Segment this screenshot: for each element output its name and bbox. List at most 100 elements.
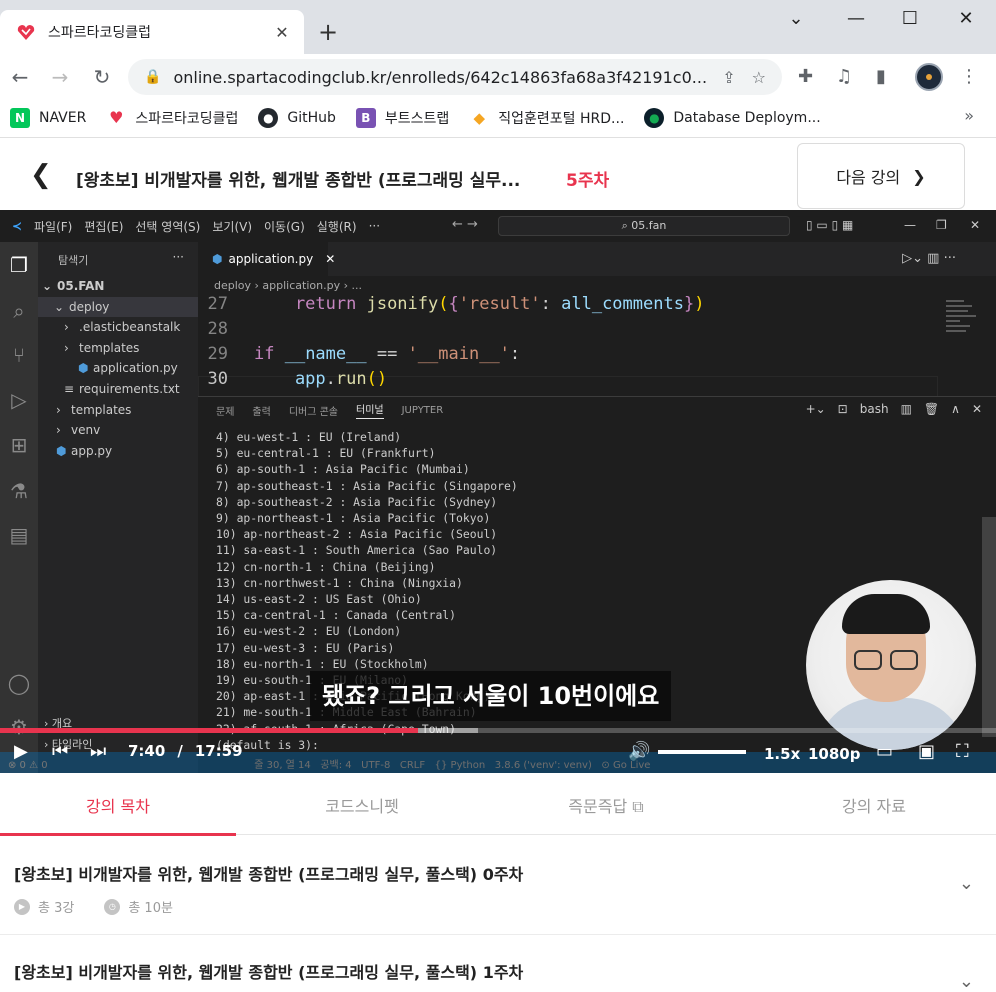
skip-back-icon[interactable]: ⏮ (52, 741, 68, 763)
playback-speed[interactable]: 1.5x (764, 745, 800, 763)
course-week-item[interactable]: [왕초보] 비개발자를 위한, 웹개발 종합반 (프로그래밍 실무, 풀스택) … (14, 861, 984, 916)
extensions-icon[interactable]: ✚ (798, 66, 813, 87)
file-tree-item: ⌄ 05.FAN (38, 276, 198, 297)
terminal-line: 8) ap-southeast-2 : Asia Pacific (Sydney… (216, 494, 498, 509)
back-chevron-icon[interactable]: ❮ (30, 162, 52, 188)
tab-curriculum[interactable]: 강의 목차 (0, 793, 236, 817)
mongodb-leaf-icon: ● (644, 107, 665, 128)
side-panel-icon[interactable]: ▮ (876, 66, 886, 87)
tree-chevron-icon: › (64, 340, 69, 355)
file-tree-item: › templates (38, 338, 198, 359)
source-control-icon: ⑂ (13, 343, 25, 367)
terminal-line: 4) eu-west-1 : EU (Ireland) (216, 430, 402, 444)
bookmark-bootstrap[interactable]: B 부트스트랩 (355, 107, 449, 128)
menu-selection: 선택 영역(S) (135, 219, 201, 234)
reload-icon[interactable]: ↻ (82, 65, 122, 89)
notebook-icon: ▤ (9, 523, 29, 547)
panel-tab-debug: 디버그 콘솔 (288, 406, 338, 418)
vscode-menubar: ≺ 파일(F) 편집(E) 선택 영역(S) 보기(V) 이동(G) 실행(R)… (0, 210, 996, 242)
video-progress-bar[interactable] (0, 728, 996, 733)
tree-chevron-icon: ⌄ (54, 299, 65, 314)
terminal-line: 15) ca-central-1 : Canada (Central) (216, 608, 457, 623)
menu-dots-icon[interactable]: ⋮ (960, 66, 978, 87)
bookmark-naver[interactable]: N NAVER (10, 107, 86, 128)
url-text[interactable]: online.spartacodingclub.kr/enrolleds/642… (173, 68, 706, 87)
chevron-down-icon[interactable]: ⌄ (959, 971, 974, 992)
run-debug-icon: ▷ (11, 388, 27, 412)
bookmark-mongodb[interactable]: ● Database Deploym... (644, 107, 821, 128)
maximize-icon[interactable]: ☐ (890, 8, 930, 29)
editor-tabs: ⬢ application.py ✕ ▷⌄ ▥ ··· (198, 242, 996, 276)
terminal-line: 7) ap-southeast-1 : Asia Pacific (Singap… (216, 478, 518, 493)
maximize-panel-icon: ∧ (951, 402, 960, 416)
lock-icon: 🔒 (144, 69, 162, 85)
course-week-item[interactable]: [왕초보] 비개발자를 위한, 웹개발 종합반 (프로그래밍 실무, 풀스택) … (14, 959, 984, 992)
video-quality[interactable]: 1080p (808, 745, 861, 763)
share-icon[interactable]: ⇪ (722, 68, 735, 87)
vs-restore-icon: ❐ (936, 218, 947, 232)
file-tree-item: ⬢ app.py (38, 441, 198, 462)
file-tree: ⌄ 05.FAN ⌄ deploy › .elasticbeanstalk › templat… (38, 276, 198, 461)
tab-code-snippets[interactable]: 코드스니펫 (244, 793, 480, 817)
terminal-shell-icon: ⊡ (837, 402, 848, 416)
terminal-line: 16) eu-west-2 : EU (London) (216, 624, 402, 639)
new-tab-button[interactable]: + (318, 18, 338, 46)
play-circle-icon: ▶ (14, 898, 30, 915)
pip-icon[interactable]: ▣ (918, 741, 935, 763)
terminal-line: 11) sa-east-1 : South America (Sao Paulo… (216, 543, 498, 558)
browser-tab[interactable]: 스파르타코딩클럽 ✕ (0, 10, 304, 54)
nav-arrows-icon: ← → (452, 217, 478, 232)
search-icon: ⌕ (13, 299, 25, 323)
fullscreen-icon[interactable]: ⛶ (956, 741, 969, 763)
file-tree-item: ≡ requirements.txt (38, 379, 198, 400)
vscode-activity-bar: ❐ ⌕ ⑂ ▷ ⊞ ⚗ ▤ ◯ ⚙ (0, 242, 38, 773)
tab-close-icon[interactable]: ✕ (272, 23, 292, 42)
bookmark-hrd[interactable]: ◆ 직업훈련포털 HRD... (469, 108, 625, 128)
next-lecture-button[interactable]: 다음 강의 ❯ (797, 143, 965, 209)
editor-tab-close-icon: ✕ (325, 252, 336, 266)
skip-forward-icon[interactable]: ⏭ (90, 741, 106, 763)
bookmark-star-icon[interactable]: ☆ (752, 68, 766, 87)
layout-icons: ▯ ▭ ▯ ▦ (806, 218, 854, 232)
omnibox[interactable]: 🔒 online.spartacodingclub.kr/enrolleds/6… (128, 59, 782, 95)
file-tree-item: ⌄ deploy (38, 296, 198, 318)
minimize-icon[interactable]: — (836, 8, 876, 29)
menu-more: ··· (368, 219, 381, 233)
forward-arrow-icon[interactable]: → (40, 65, 80, 89)
volume-icon[interactable]: 🔊 (628, 741, 650, 763)
volume-slider[interactable] (658, 750, 746, 754)
terminal-scrollbar (982, 517, 996, 737)
window-close-icon[interactable]: ✕ (946, 8, 986, 29)
spartan-logo-icon: ♥ (109, 108, 124, 127)
back-arrow-icon[interactable]: ← (0, 65, 40, 89)
bookmarks-overflow-icon[interactable]: » (964, 106, 974, 125)
bookmark-sparta[interactable]: ♥ 스파르타코딩클럽 (106, 108, 238, 128)
chevron-down-icon[interactable]: ⌄ (959, 873, 974, 894)
tree-chevron-icon: › (64, 320, 69, 335)
minimap (942, 296, 982, 396)
menu-edit: 편집(E) (84, 219, 124, 234)
play-icon[interactable]: ▶ (14, 741, 28, 763)
panel-tab-terminal: 터미널 (356, 401, 384, 419)
divider (0, 934, 996, 935)
tab-search-icon[interactable]: ⌄ (776, 8, 816, 29)
code-line: 28 (207, 319, 228, 339)
tab-qna[interactable]: 즉문즉답 ⧉ (488, 793, 724, 817)
tab-title: 스파르타코딩클럽 (48, 25, 152, 41)
account-icon: ◯ (7, 671, 31, 695)
tab-materials[interactable]: 강의 자료 (756, 793, 992, 817)
profile-avatar[interactable] (915, 63, 943, 91)
bootstrap-icon: B (355, 107, 376, 128)
new-terminal-icon: +⌄ (805, 402, 826, 416)
terminal-line: 5) eu-central-1 : EU (Frankfurt) (216, 446, 436, 461)
file-tree-item: ⬢ application.py (38, 358, 198, 379)
bookmark-github[interactable]: ● GitHub (258, 107, 336, 128)
vscode-logo-icon: ≺ (11, 219, 23, 233)
terminal-line: 13) cn-northwest-1 : China (Ningxia) (216, 575, 463, 590)
terminal-line: 10) ap-northeast-2 : Asia Pacific (Seoul… (216, 527, 498, 542)
captions-icon[interactable]: ▭ (876, 741, 893, 763)
lecture-title: [왕초보] 비개발자를 위한, 웹개발 종합반 (프로그래밍 실무... (76, 171, 521, 191)
terminal-line: 17) eu-west-3 : EU (Paris) (216, 640, 395, 655)
media-control-icon[interactable]: ♫ (836, 66, 852, 87)
lecture-tabs: 강의 목차 코드스니펫 즉문즉답 ⧉ 강의 자료 (0, 773, 996, 836)
